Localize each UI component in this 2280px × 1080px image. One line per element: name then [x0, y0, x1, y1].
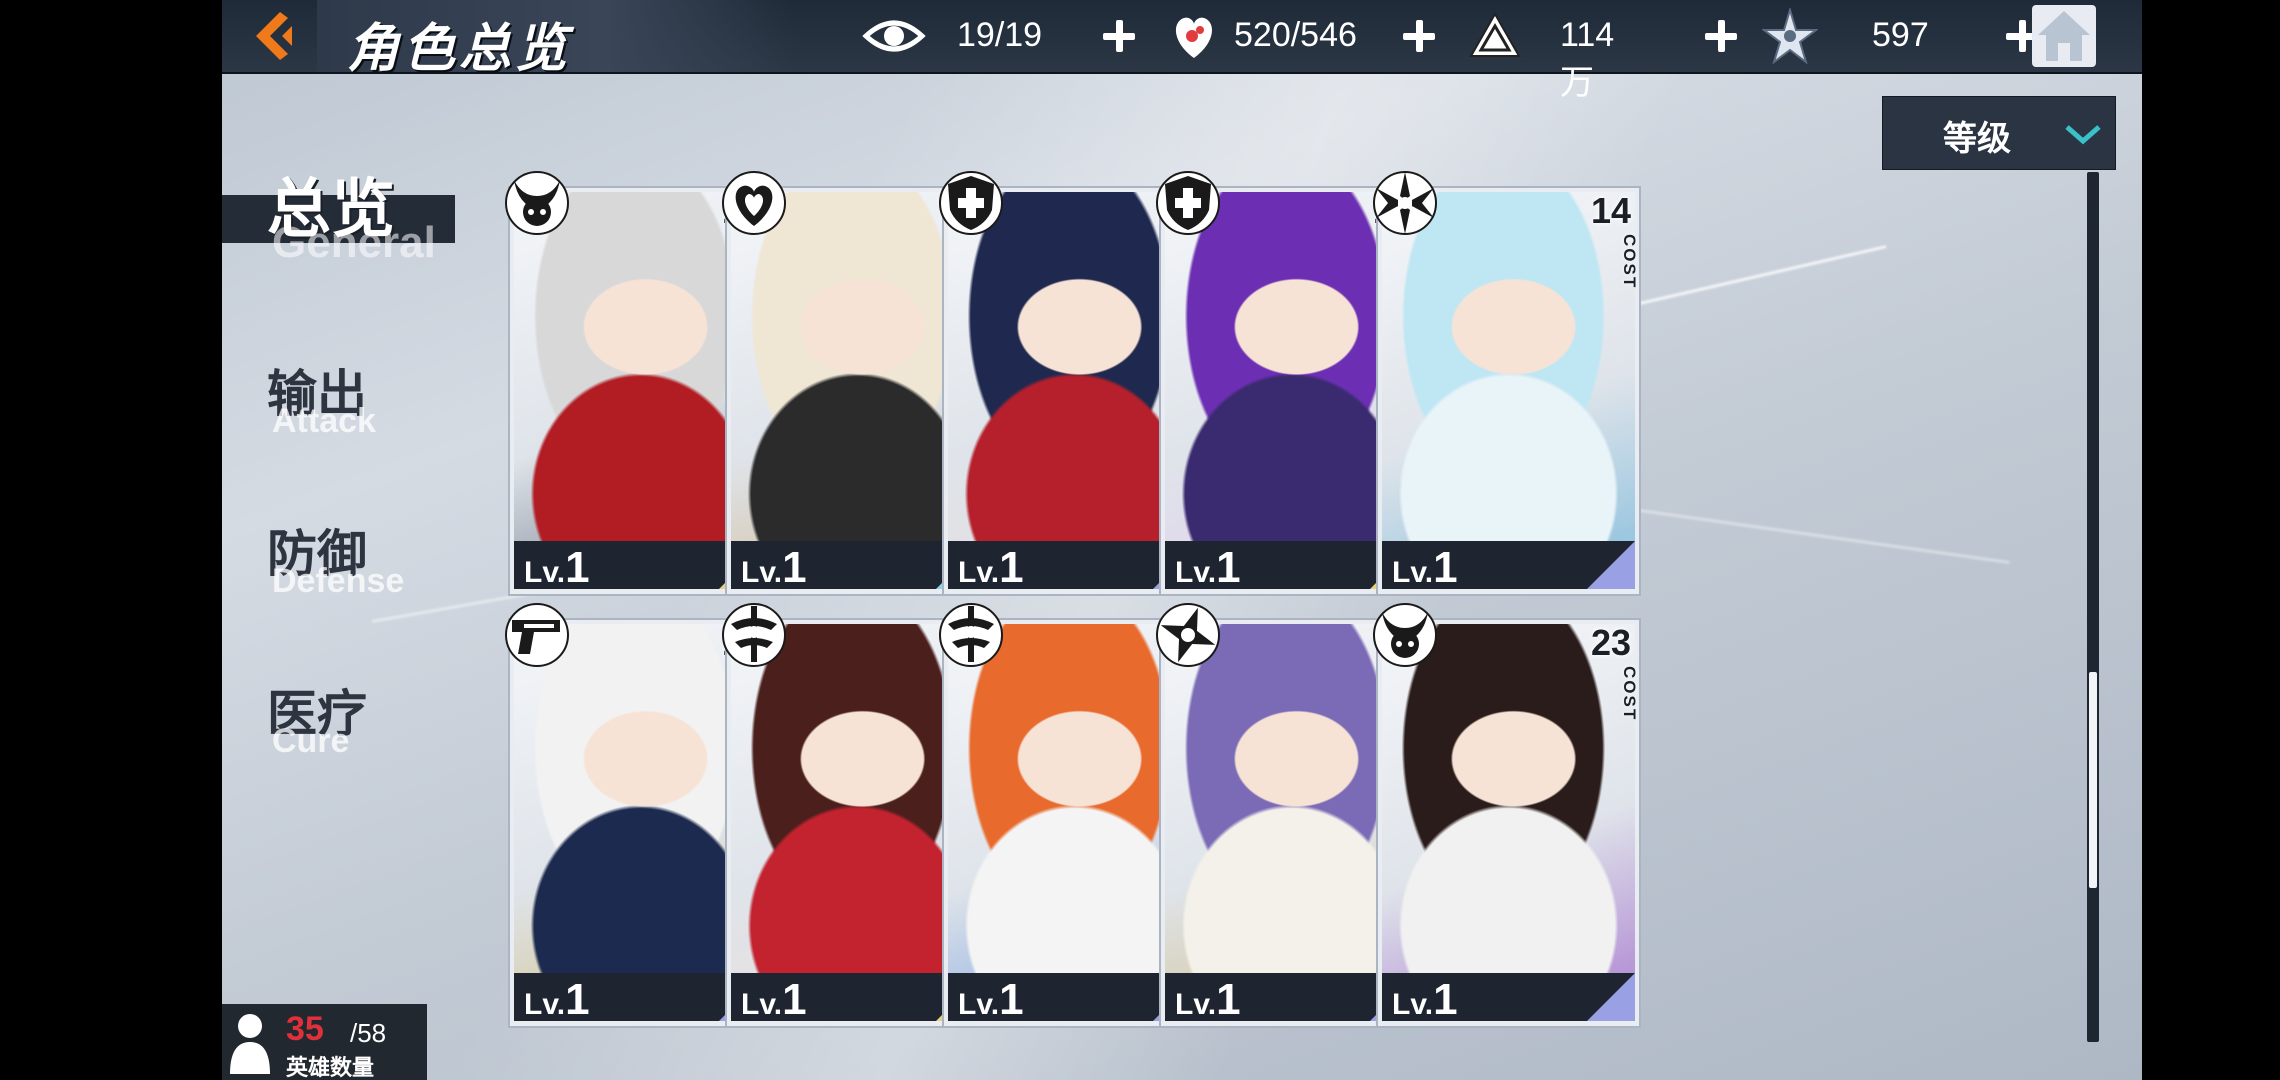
- level-prefix: Lv.: [958, 556, 1000, 589]
- add-stamina-button[interactable]: [1099, 16, 1139, 56]
- tab-label-en: Attack: [272, 402, 376, 440]
- level-number: 1: [1433, 543, 1458, 592]
- level-prefix: Lv.: [1392, 556, 1434, 589]
- level-number: 1: [1216, 543, 1241, 592]
- person-icon: [230, 1014, 270, 1074]
- pistol-icon: [504, 602, 570, 668]
- cost-value: 23: [1590, 622, 1631, 663]
- hero-count-label: 英雄数量: [286, 1055, 375, 1080]
- character-card-5[interactable]: Lv.1 14 COST: [1373, 171, 1641, 596]
- demon-horn-icon: [1372, 602, 1438, 668]
- home-button[interactable]: [2032, 5, 2096, 67]
- character-portrait: [1382, 624, 1635, 979]
- level-number: 1: [565, 543, 590, 592]
- level-number: 1: [1433, 975, 1458, 1024]
- shield-cross-icon: [1155, 170, 1221, 236]
- tab-label-en: General: [272, 218, 436, 267]
- star-crystal-icon: [1762, 8, 1818, 64]
- level-prefix: Lv.: [1392, 988, 1434, 1021]
- character-card-10[interactable]: Lv.1 23 COST: [1373, 603, 1641, 1028]
- eye-icon: [862, 20, 926, 52]
- sort-dropdown-label: 等级: [1943, 120, 2011, 158]
- sort-dropdown[interactable]: 等级: [1882, 96, 2116, 170]
- level-text: Lv.1: [524, 975, 590, 1025]
- level-prefix: Lv.: [524, 988, 566, 1021]
- snowflake-icon: [1372, 170, 1438, 236]
- hero-count-current: 35: [286, 1010, 324, 1048]
- shuriken-icon: [1155, 602, 1221, 668]
- level-text: Lv.1: [1175, 975, 1241, 1025]
- tab-attack[interactable]: 输出 Attack: [222, 340, 452, 450]
- level-text: Lv.1: [1392, 975, 1458, 1025]
- pyramid-coin-icon: [1469, 12, 1521, 57]
- character-portrait: [1382, 192, 1635, 547]
- level-number: 1: [999, 543, 1024, 592]
- sword-emblem-icon: [721, 602, 787, 668]
- level-text: Lv.1: [1392, 543, 1458, 593]
- level-text: Lv.1: [1175, 543, 1241, 593]
- sword-emblem-icon: [938, 602, 1004, 668]
- back-button[interactable]: [242, 6, 312, 66]
- tab-cure[interactable]: 医疗 Cure: [222, 660, 452, 770]
- level-number: 1: [782, 543, 807, 592]
- resource-value: 597: [1872, 16, 1929, 54]
- home-icon: [2038, 11, 2090, 61]
- level-text: Lv.1: [524, 543, 590, 593]
- demon-horn-icon: [504, 170, 570, 236]
- tab-label-en: Defense: [272, 562, 405, 600]
- top-bar: 角色总览 19/19 520/546 114万 597: [222, 0, 2142, 102]
- back-arrow-icon: [256, 12, 292, 60]
- add-hearts-button[interactable]: [1399, 16, 1439, 56]
- card-level-bar: Lv.1: [1382, 973, 1635, 1024]
- card-level-bar: Lv.1: [1382, 541, 1635, 592]
- level-number: 1: [565, 975, 590, 1024]
- level-text: Lv.1: [741, 543, 807, 593]
- level-prefix: Lv.: [1175, 988, 1217, 1021]
- add-gold-button[interactable]: [1701, 16, 1741, 56]
- hero-count-panel: 35 /58 英雄数量: [222, 1004, 427, 1080]
- level-number: 1: [782, 975, 807, 1024]
- game-screen: 角色总览 19/19 520/546 114万 597 等级 总览 Genera…: [222, 0, 2142, 1080]
- resource-value: 520/546: [1234, 16, 1357, 54]
- level-prefix: Lv.: [524, 556, 566, 589]
- heart-wing-icon: [721, 170, 787, 236]
- rarity-stripe: [1587, 973, 1635, 1021]
- cost-label: COST: [1620, 234, 1639, 290]
- level-number: 1: [1216, 975, 1241, 1024]
- level-number: 1: [999, 975, 1024, 1024]
- tab-defense[interactable]: 防御 Defense: [222, 500, 452, 610]
- tab-label-en: Cure: [272, 722, 350, 760]
- cost-label: COST: [1620, 666, 1639, 722]
- cost-value: 14: [1590, 190, 1631, 231]
- level-prefix: Lv.: [741, 988, 783, 1021]
- resource-value: 19/19: [957, 16, 1043, 54]
- shield-cross-icon: [938, 170, 1004, 236]
- level-prefix: Lv.: [958, 988, 1000, 1021]
- level-text: Lv.1: [958, 543, 1024, 593]
- scrollbar-track[interactable]: [2087, 172, 2099, 1042]
- heart-icon: [1175, 17, 1213, 58]
- hero-count-max: /58: [350, 1018, 387, 1048]
- level-prefix: Lv.: [741, 556, 783, 589]
- level-text: Lv.1: [741, 975, 807, 1025]
- tab-general[interactable]: 总览 General: [222, 150, 455, 267]
- rarity-stripe: [1587, 541, 1635, 589]
- level-text: Lv.1: [958, 975, 1024, 1025]
- page-title: 角色总览: [347, 20, 572, 78]
- resource-value: 114万: [1560, 16, 1615, 102]
- level-prefix: Lv.: [1175, 556, 1217, 589]
- scrollbar-thumb[interactable]: [2089, 672, 2097, 888]
- chevron-down-icon: [2065, 125, 2101, 145]
